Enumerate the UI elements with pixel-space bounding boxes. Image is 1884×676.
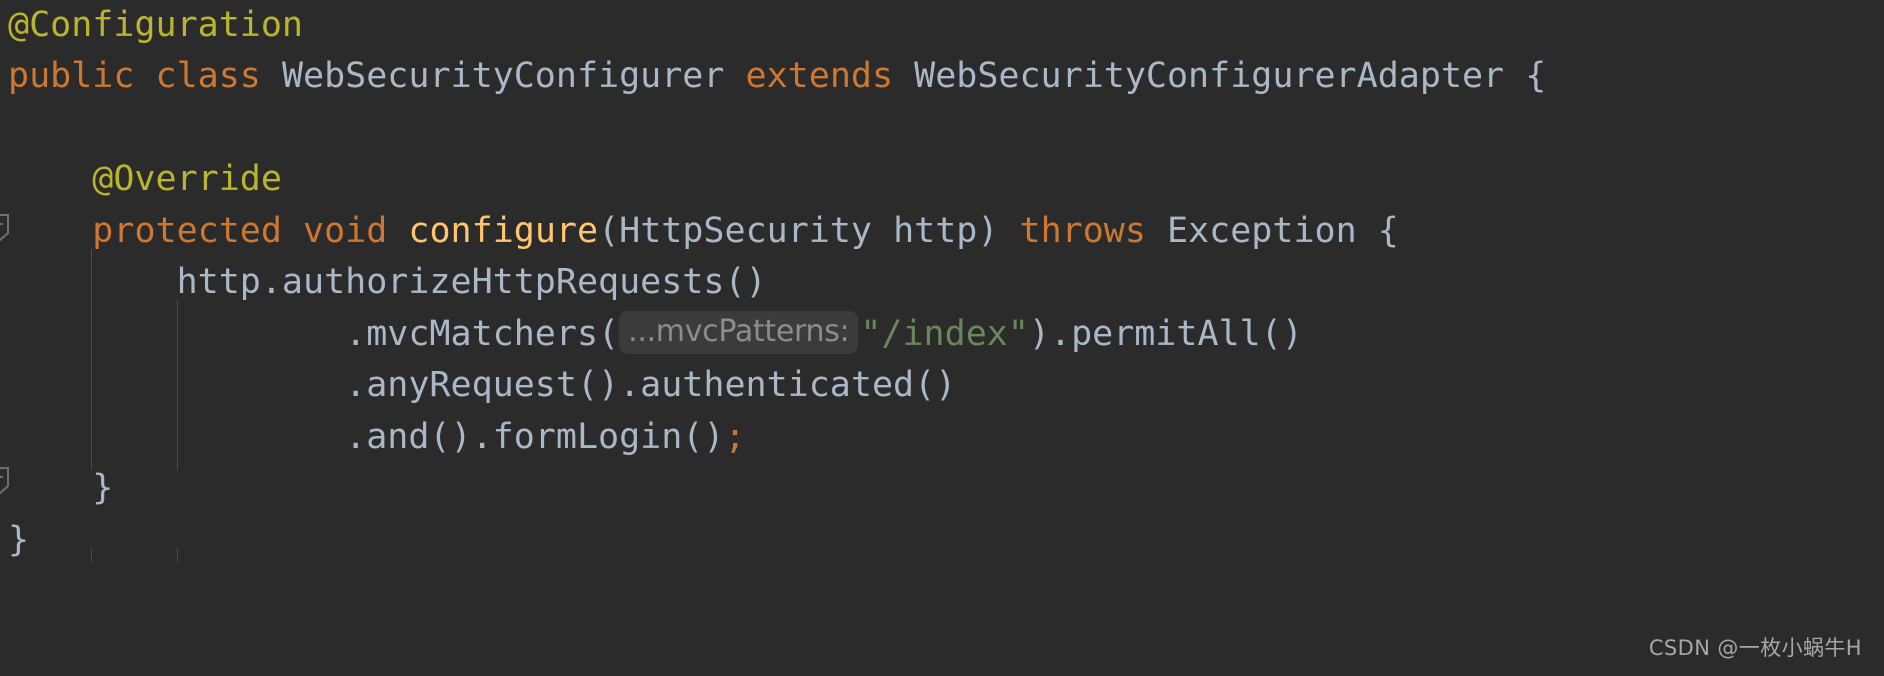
code-token-ident	[134, 56, 155, 96]
code-editor[interactable]: @Configuration public class WebSecurityCo…	[0, 0, 1884, 676]
code-token-ident	[387, 211, 408, 251]
csdn-watermark: CSDN @一枚小蜗牛H	[1648, 636, 1862, 660]
code-token-ident: WebSecurityConfigurer	[260, 56, 746, 96]
line-mvcmatchers[interactable]: .mvcMatchers(...mvcPatterns: "/index").pe…	[8, 309, 1303, 361]
code-token-ident: }	[8, 468, 114, 508]
code-text-area[interactable]: @Configuration public class WebSecurityCo…	[0, 0, 1884, 676]
code-token-ident: http.authorizeHttpRequests()	[8, 262, 767, 302]
code-token-kw: protected	[92, 211, 282, 251]
code-token-kw: throws	[1019, 211, 1146, 251]
code-token-kw: public	[8, 56, 135, 96]
code-token-ident: .anyRequest().authenticated()	[8, 365, 957, 405]
code-token-ident: ).permitAll()	[1028, 314, 1303, 354]
line-anyrequest[interactable]: .anyRequest().authenticated()	[8, 360, 956, 412]
code-token-ident: Exception {	[1145, 211, 1399, 251]
line-close-class[interactable]: }	[8, 515, 29, 567]
line-formlogin[interactable]: .and().formLogin();	[8, 412, 746, 464]
line-close-method[interactable]: }	[8, 463, 113, 515]
code-token-str: "/index"	[860, 314, 1029, 354]
code-token-ident	[282, 211, 303, 251]
code-token-ident: WebSecurityConfigurerAdapter {	[893, 56, 1547, 96]
code-token-ident: (HttpSecurity http)	[598, 211, 1020, 251]
line-http-authorize[interactable]: http.authorizeHttpRequests()	[8, 257, 767, 309]
code-token-anno: @Override	[8, 159, 282, 199]
code-token-kw: class	[155, 56, 261, 96]
code-token-mdecl: configure	[408, 211, 599, 251]
line-annotation-override[interactable]: @Override	[8, 154, 282, 206]
inlay-parameter-hint[interactable]: ...mvcPatterns:	[619, 311, 859, 354]
code-token-kw: void	[303, 211, 388, 251]
code-token-ident: .and().formLogin()	[8, 417, 725, 457]
code-token-anno: @Configuration	[8, 5, 304, 45]
line-blank-1[interactable]	[8, 103, 29, 155]
code-token-ident	[8, 211, 92, 251]
line-annotation-configuration[interactable]: @Configuration	[8, 0, 303, 52]
code-token-ident: }	[8, 520, 30, 560]
line-method-configure[interactable]: protected void configure(HttpSecurity ht…	[8, 206, 1399, 258]
code-token-ident: .mvcMatchers(	[8, 314, 620, 354]
line-class-declaration[interactable]: public class WebSecurityConfigurer exten…	[8, 51, 1546, 103]
code-token-kw: extends	[745, 56, 894, 96]
code-token-kw: ;	[724, 417, 746, 457]
